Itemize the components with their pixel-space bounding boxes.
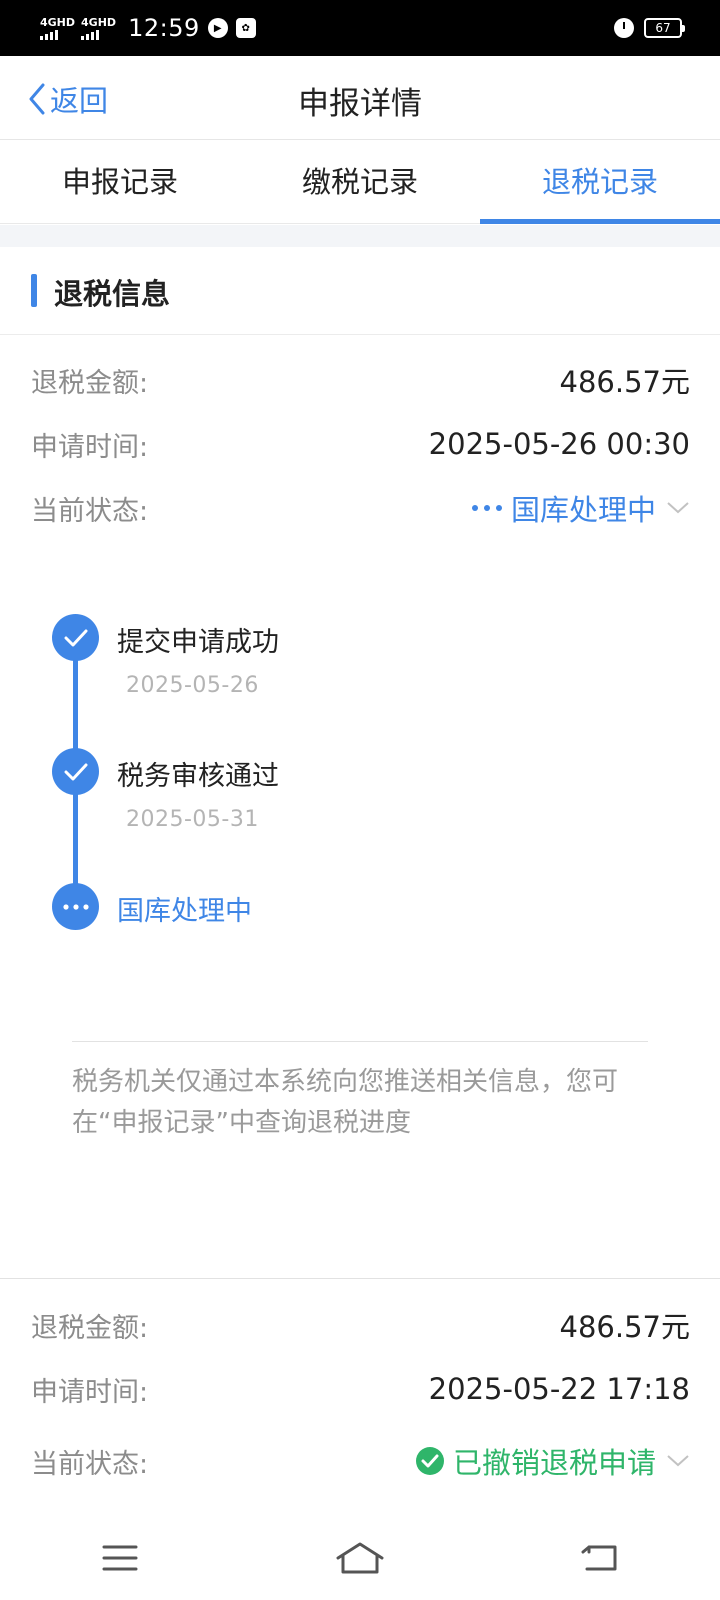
tab-refund-records[interactable]: 退税记录 xyxy=(480,140,720,224)
tab-bar: 申报记录 缴税记录 退税记录 xyxy=(0,140,720,224)
info-note: 税务机关仅通过本系统向您推送相关信息，您可在“申报记录”中查询退税进度 xyxy=(72,1067,619,1138)
menu-nav-button[interactable] xyxy=(80,1528,160,1588)
time-label: 申请时间: xyxy=(31,1376,149,1408)
play-icon: ▶ xyxy=(207,18,228,38)
system-nav-bar xyxy=(0,1516,720,1600)
timeline-step-3-title: 国库处理中 xyxy=(117,896,252,927)
timeline-step-3-icon xyxy=(52,883,99,930)
check-icon xyxy=(64,629,87,646)
status-dropdown[interactable]: 国库处理中 xyxy=(471,487,690,529)
record2-time-row: 申请时间: 2025-05-22 17:18 xyxy=(31,1364,690,1414)
back-nav-button[interactable] xyxy=(560,1528,640,1588)
status-label: 当前状态: xyxy=(31,1448,149,1480)
chevron-down-icon xyxy=(667,1455,689,1467)
more-dots-icon xyxy=(62,903,89,910)
back-arrow-icon xyxy=(581,1545,617,1571)
menu-icon xyxy=(102,1545,138,1571)
section-gap xyxy=(0,225,720,247)
time-value: 2025-05-26 00:30 xyxy=(428,427,690,461)
timeline-step-1-icon xyxy=(52,614,99,661)
app-notification-icon: ✿ xyxy=(235,18,256,38)
amount-value: 486.57元 xyxy=(559,1310,690,1344)
status-value: 已撤销退税申请 xyxy=(452,1446,656,1480)
timeline-step-1-title: 提交申请成功 xyxy=(117,627,279,658)
check-circle-icon xyxy=(415,1447,444,1475)
amount-label: 退税金额: xyxy=(31,1312,149,1344)
record-divider xyxy=(0,1278,720,1279)
record2-status-row[interactable]: 当前状态: 已撤销退税申请 xyxy=(31,1436,690,1486)
status-dropdown[interactable]: 已撤销退税申请 xyxy=(415,1440,690,1482)
app-header: 返回 申报详情 xyxy=(0,56,720,140)
check-icon xyxy=(64,763,87,780)
status-value: 国库处理中 xyxy=(510,493,656,527)
chevron-down-icon xyxy=(667,502,689,514)
timeline-step-2-icon xyxy=(52,748,99,795)
home-icon xyxy=(336,1542,384,1574)
tab-payment-records[interactable]: 缴税记录 xyxy=(240,140,480,223)
home-nav-button[interactable] xyxy=(320,1528,400,1588)
page-title: 申报详情 xyxy=(298,86,422,122)
record2-amount-row: 退税金额: 486.57元 xyxy=(31,1300,690,1350)
signal-1: 4GHD xyxy=(40,17,75,40)
note-divider xyxy=(72,1041,648,1042)
amount-label: 退税金额: xyxy=(31,367,149,399)
section-header: 退税信息 xyxy=(0,247,720,335)
tab-declaration-records[interactable]: 申报记录 xyxy=(0,140,240,223)
record1-amount-row: 退税金额: 486.57元 xyxy=(31,355,690,405)
battery-icon: 67 xyxy=(644,18,685,38)
status-bar: 4GHD 4GHD 12:59 ▶ ✿ 67 xyxy=(0,0,720,56)
record1-status-row[interactable]: 当前状态: 国库处理中 xyxy=(31,483,690,533)
network-type-1: 4GHD xyxy=(40,15,76,29)
time-value: 2025-05-22 17:18 xyxy=(428,1372,690,1406)
record1-time-row: 申请时间: 2025-05-26 00:30 xyxy=(31,419,690,469)
amount-value: 486.57元 xyxy=(559,365,690,399)
network-type-2: 4GHD xyxy=(81,15,117,29)
section-accent-bar xyxy=(31,274,37,307)
status-label: 当前状态: xyxy=(31,495,149,527)
more-dots-icon xyxy=(471,505,502,511)
timeline-step-2-date: 2025-05-31 xyxy=(126,807,259,832)
alarm-icon xyxy=(614,18,634,38)
clock: 12:59 xyxy=(128,14,200,42)
time-label: 申请时间: xyxy=(31,431,149,463)
battery-level: 67 xyxy=(655,21,671,35)
timeline-step-1-date: 2025-05-26 xyxy=(126,673,259,698)
signal-2: 4GHD xyxy=(81,17,116,40)
section-title: 退税信息 xyxy=(54,277,171,311)
timeline-step-2-title: 税务审核通过 xyxy=(117,761,279,792)
signal-bars-icon xyxy=(81,29,100,40)
signal-bars-icon xyxy=(40,29,58,40)
